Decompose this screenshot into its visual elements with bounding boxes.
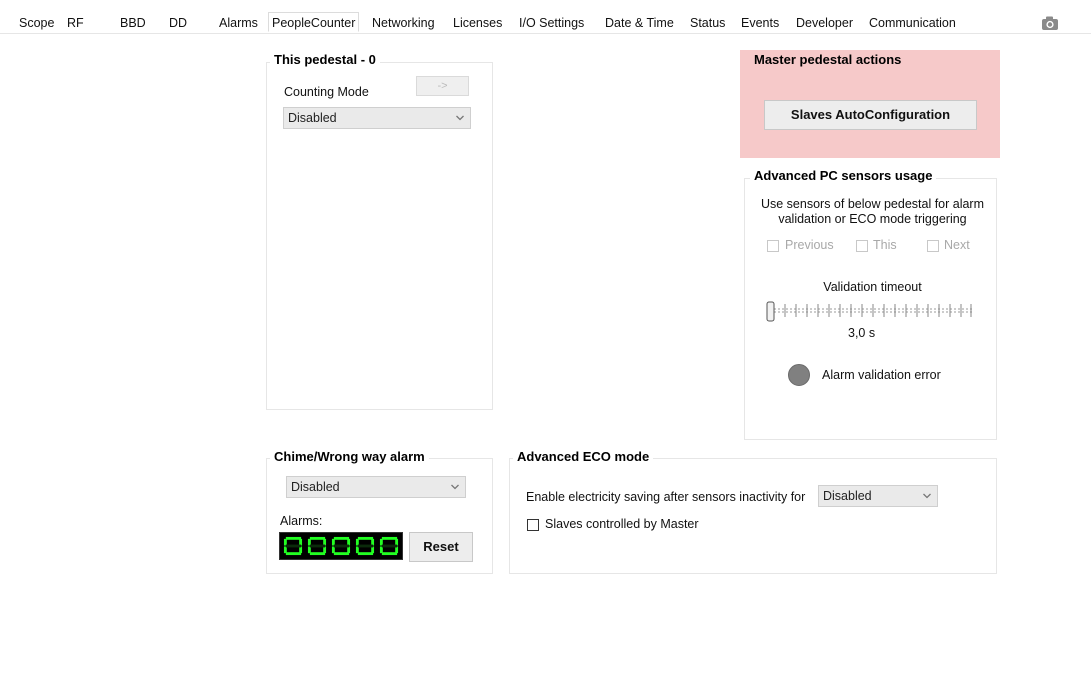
chevron-down-icon xyxy=(449,477,461,497)
eco-title: Advanced ECO mode xyxy=(513,449,654,464)
tab-alarms[interactable]: Alarms xyxy=(216,13,261,33)
chime-mode-select[interactable]: Disabled xyxy=(286,476,466,498)
slaves-controlled-label: Slaves controlled by Master xyxy=(545,517,699,531)
chevron-down-icon xyxy=(454,108,466,128)
tab-peoplecounter[interactable]: PeopleCounter xyxy=(268,12,360,32)
camera-icon[interactable] xyxy=(1040,14,1060,32)
eco-saving-value: Disabled xyxy=(823,489,872,503)
tab-dd[interactable]: DD xyxy=(166,13,190,33)
this-checkbox-label: This xyxy=(873,238,897,252)
counting-mode-label: Counting Mode xyxy=(284,85,369,99)
chevron-down-icon xyxy=(921,486,933,506)
arrow-button[interactable]: -> xyxy=(416,76,469,96)
tab-rf[interactable]: RF xyxy=(64,13,87,33)
slaves-autoconfig-button[interactable]: Slaves AutoConfiguration xyxy=(764,100,977,130)
alarm-validation-indicator xyxy=(788,364,810,386)
chime-mode-value: Disabled xyxy=(291,480,340,494)
slaves-controlled-checkbox[interactable] xyxy=(527,519,539,531)
tab-licenses[interactable]: Licenses xyxy=(450,13,505,33)
validation-timeout-value: 3,0 s xyxy=(848,326,876,340)
alarm-counter-display xyxy=(279,532,403,560)
tab-scope[interactable]: Scope xyxy=(16,13,57,33)
alarms-label: Alarms: xyxy=(280,514,323,528)
led-digit xyxy=(379,536,399,556)
tab-status[interactable]: Status xyxy=(687,13,728,33)
tab-developer[interactable]: Developer xyxy=(793,13,856,33)
led-digit xyxy=(355,536,375,556)
tab-events[interactable]: Events xyxy=(738,13,782,33)
chime-title: Chime/Wrong way alarm xyxy=(270,449,429,464)
counting-mode-select[interactable]: Disabled xyxy=(283,107,471,129)
advanced-pc-description: Use sensors of below pedestal for alarm … xyxy=(760,197,985,226)
tab-io-settings[interactable]: I/O Settings xyxy=(516,13,587,33)
eco-saving-label: Enable electricity saving after sensors … xyxy=(526,490,806,504)
eco-saving-select[interactable]: Disabled xyxy=(818,485,938,507)
alarm-validation-label: Alarm validation error xyxy=(822,368,941,382)
previous-checkbox[interactable] xyxy=(767,240,779,252)
validation-timeout-slider[interactable] xyxy=(764,300,976,324)
eco-group xyxy=(509,458,997,574)
next-checkbox[interactable] xyxy=(927,240,939,252)
reset-button[interactable]: Reset xyxy=(409,532,473,562)
led-digit xyxy=(307,536,327,556)
tab-strip: Scope RF BBD DD Alarms PeopleCounter Net… xyxy=(0,0,1091,36)
slider-thumb xyxy=(766,301,775,322)
led-digit xyxy=(283,536,303,556)
master-actions-title: Master pedestal actions xyxy=(754,52,902,67)
next-checkbox-label: Next xyxy=(944,238,970,252)
previous-checkbox-label: Previous xyxy=(785,238,834,252)
tab-date-time[interactable]: Date & Time xyxy=(602,13,677,33)
this-pedestal-title: This pedestal - 0 xyxy=(270,52,380,67)
tab-divider xyxy=(0,33,1091,34)
tab-bbd[interactable]: BBD xyxy=(117,13,149,33)
advanced-pc-title: Advanced PC sensors usage xyxy=(750,168,937,183)
this-checkbox[interactable] xyxy=(856,240,868,252)
tab-communication[interactable]: Communication xyxy=(866,13,959,33)
validation-timeout-label: Validation timeout xyxy=(823,280,922,294)
counting-mode-value: Disabled xyxy=(288,111,337,125)
tab-networking[interactable]: Networking xyxy=(369,13,438,33)
led-digit xyxy=(331,536,351,556)
